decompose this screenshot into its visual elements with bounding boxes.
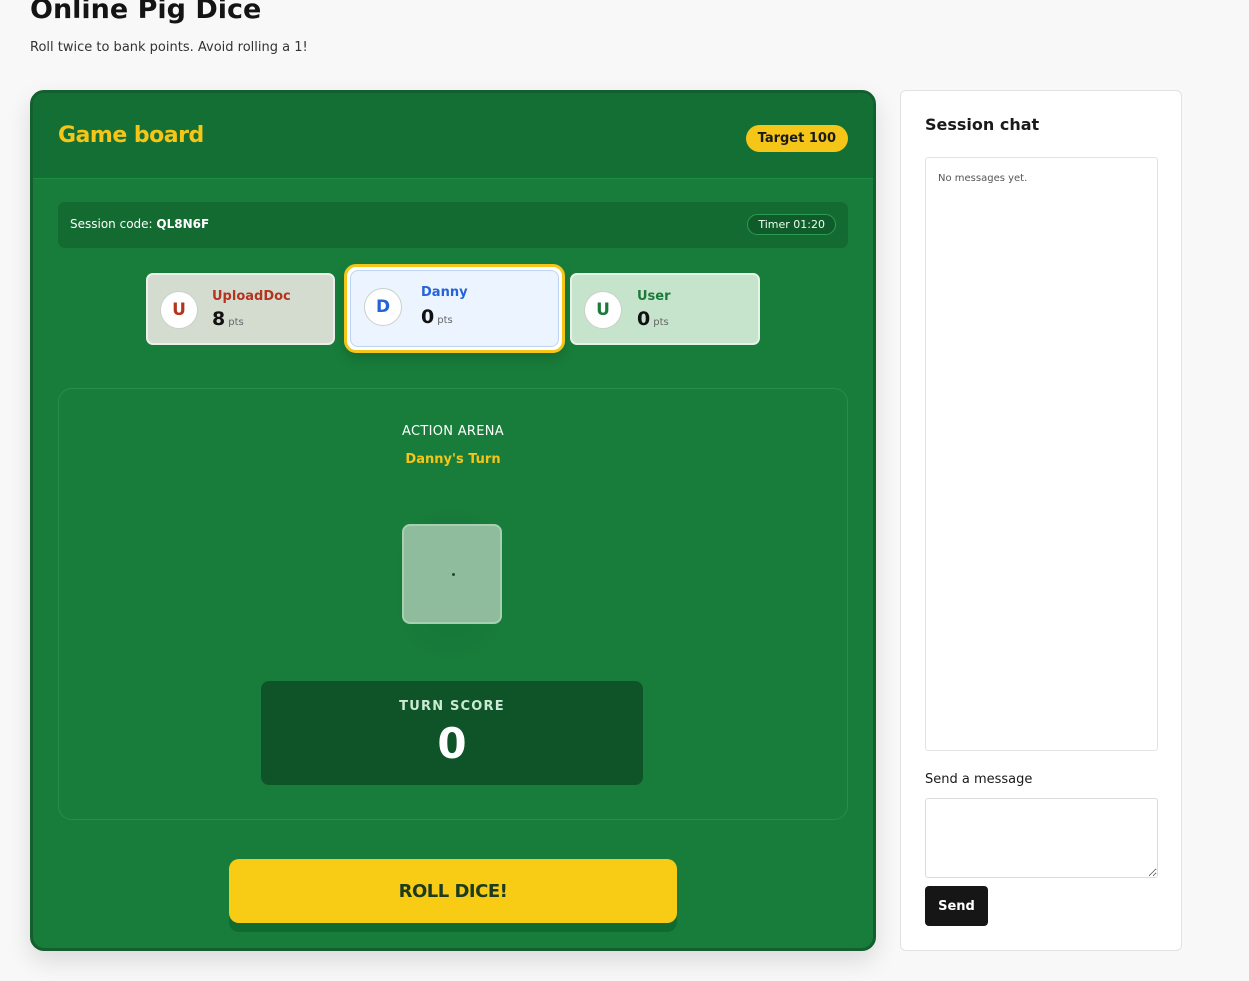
player-score: 0 pts xyxy=(637,308,669,330)
player-name: Danny xyxy=(421,285,468,300)
avatar: D xyxy=(364,288,402,326)
player-score: 0 pts xyxy=(421,306,453,328)
timer-badge: Timer 01:20 xyxy=(747,214,836,235)
game-board-title: Game board xyxy=(58,123,204,148)
session-code: QL8N6F xyxy=(156,217,210,231)
turn-indicator: Danny's Turn xyxy=(405,452,501,467)
player-score-value: 0 xyxy=(421,306,435,328)
empty-chat-text: No messages yet. xyxy=(938,173,1028,184)
turn-score-label: TURN SCORE xyxy=(399,699,505,714)
send-message-label: Send a message xyxy=(925,772,1033,787)
session-code-prefix: Session code: xyxy=(70,217,153,231)
avatar: U xyxy=(584,291,622,329)
player-score-value: 8 xyxy=(212,308,226,330)
action-arena: ACTION ARENA Danny's Turn TURN SCORE 0 xyxy=(58,388,848,820)
turn-score-value: 0 xyxy=(437,719,467,768)
pts-label: pts xyxy=(653,317,669,328)
roll-dice-button[interactable]: ROLL DICE! xyxy=(229,859,677,923)
active-player-highlight: D Danny 0 pts xyxy=(350,270,559,347)
target-badge: Target 100 xyxy=(745,125,848,152)
player-name: UploadDoc xyxy=(212,289,291,304)
page-title: Online Pig Dice xyxy=(30,0,262,25)
page-subtitle: Roll twice to bank points. Avoid rolling… xyxy=(30,40,308,55)
message-input[interactable] xyxy=(925,798,1158,878)
avatar: U xyxy=(160,291,198,329)
send-button[interactable]: Send xyxy=(925,886,988,926)
chat-message-list[interactable]: No messages yet. xyxy=(925,157,1158,751)
player-name: User xyxy=(637,289,671,304)
game-board: Game board Target 100 Session code: QL8N… xyxy=(30,90,876,951)
turn-score-panel: TURN SCORE 0 xyxy=(261,681,643,785)
arena-title: ACTION ARENA xyxy=(402,424,504,439)
player-card-danny: D Danny 0 pts xyxy=(344,264,565,353)
session-bar: Session code: QL8N6F Timer 01:20 xyxy=(58,202,848,248)
player-card-uploaddoc: U UploadDoc 8 pts xyxy=(146,273,335,345)
player-score: 8 pts xyxy=(212,308,244,330)
die-pip xyxy=(452,573,455,576)
chat-title: Session chat xyxy=(925,115,1040,134)
die xyxy=(402,524,502,624)
player-card-user: U User 0 pts xyxy=(570,273,760,345)
game-board-header: Game board Target 100 xyxy=(33,93,873,179)
session-code-label: Session code: QL8N6F xyxy=(70,217,209,231)
session-chat-panel: Session chat No messages yet. Send a mes… xyxy=(900,90,1182,951)
pts-label: pts xyxy=(437,315,453,326)
player-score-value: 0 xyxy=(637,308,651,330)
pts-label: pts xyxy=(228,317,244,328)
